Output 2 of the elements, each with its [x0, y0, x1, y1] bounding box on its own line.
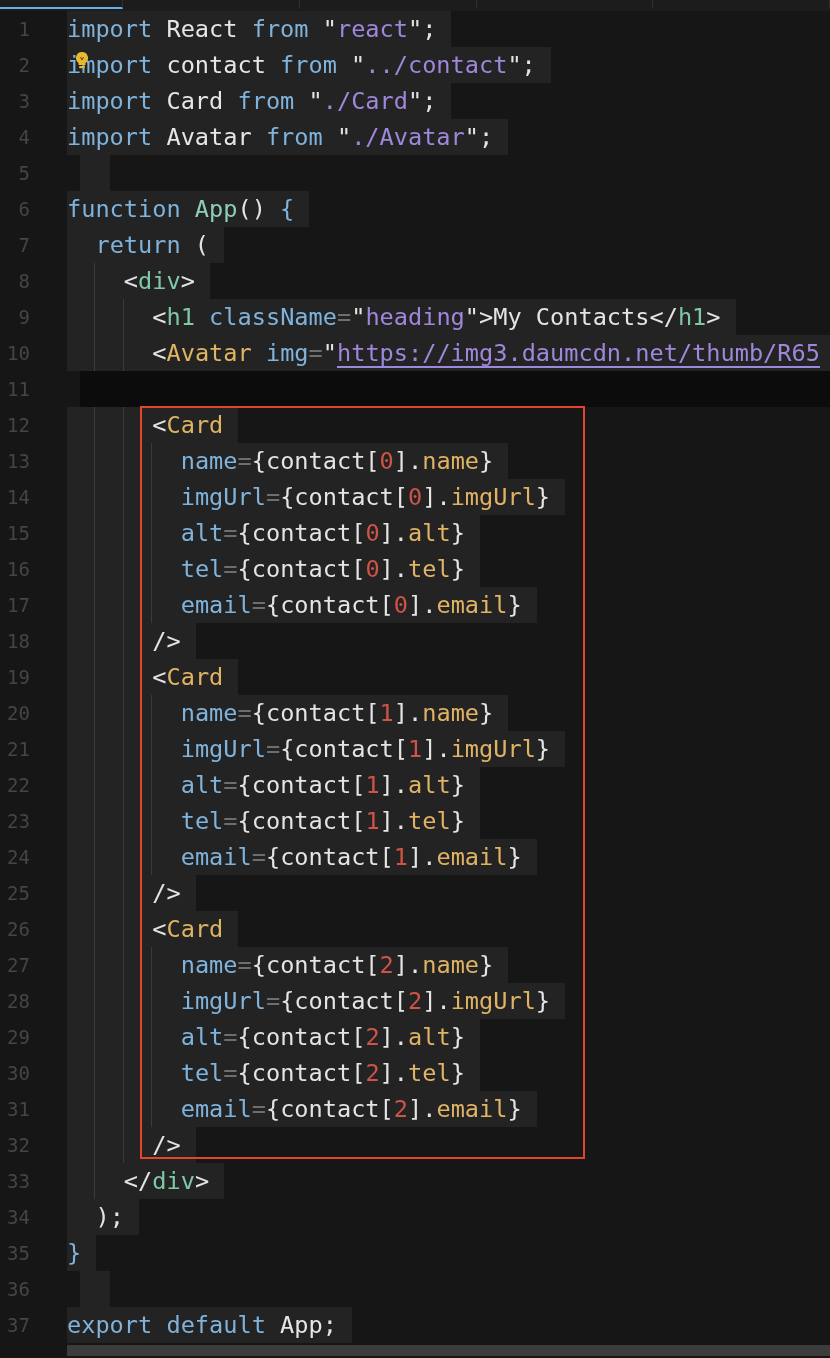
- editor-tab[interactable]: [0, 0, 124, 9]
- scrollbar[interactable]: [67, 1345, 830, 1356]
